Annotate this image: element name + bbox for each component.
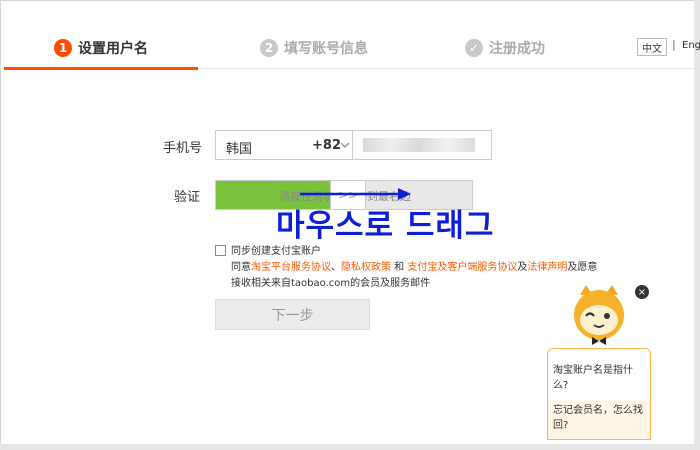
- agree-tail: 及愿意: [567, 262, 598, 273]
- phone-number-blurred: [363, 138, 475, 152]
- check-circle-icon: ✓: [465, 39, 483, 57]
- agreement-line: 同意淘宝平台服务协议、隐私权政策 和 支付宝及客户端服务协议及法律声明及愿意: [231, 260, 597, 276]
- link-privacy-policy[interactable]: 隐私权政策: [341, 262, 391, 273]
- lang-separator: |: [672, 38, 676, 51]
- mascot-avatar[interactable]: [566, 285, 632, 351]
- help-question-2-row[interactable]: 忘记会员名，怎么找回?: [548, 401, 650, 439]
- step-1-label: 设置用户名: [78, 41, 148, 57]
- step-2-label: 填写账号信息: [284, 41, 368, 57]
- window-edge-bottom: [0, 444, 700, 450]
- help-question-1[interactable]: 淘宝账户名是指什么?: [553, 363, 645, 393]
- link-alipay-agreement[interactable]: 支付宝及客户端服务协议: [407, 262, 517, 273]
- country-name: 韩国: [226, 142, 253, 157]
- lang-english-button[interactable]: Eng: [682, 40, 700, 51]
- country-select[interactable]: 韩国 +82: [215, 130, 353, 160]
- step-3-label: 注册成功: [489, 41, 545, 57]
- help-panel: 淘宝账户名是指什么? 忘记会员名，怎么找回?: [547, 348, 651, 440]
- next-button[interactable]: 下一步: [215, 299, 370, 330]
- help-question-2[interactable]: 忘记会员名，怎么找回?: [553, 403, 645, 433]
- phone-input[interactable]: [352, 130, 492, 160]
- agree-sep: 、: [331, 262, 341, 273]
- chevron-down-icon: [340, 137, 350, 156]
- email-consent-text: 接收相关来自taobao.com的会员及服务邮件: [231, 278, 431, 289]
- link-taobao-service-agreement[interactable]: 淘宝平台服务协议: [251, 262, 331, 273]
- active-step-indicator: [4, 67, 198, 70]
- phone-label: 手机号: [163, 141, 203, 156]
- link-legal-statement[interactable]: 法律声明: [527, 262, 567, 273]
- step-3: ✓ 注册成功: [465, 38, 545, 58]
- agree-text: 同意: [231, 262, 251, 273]
- step-2: 2 填写账号信息: [260, 38, 368, 58]
- lang-chinese-button[interactable]: 中文: [637, 38, 667, 56]
- agree-and-2: 及: [517, 262, 528, 273]
- country-code: +82: [312, 138, 341, 153]
- step-1-number: 1: [54, 39, 72, 57]
- step-2-number: 2: [260, 39, 278, 57]
- drag-instruction-overlay: 마우스로 드래그: [276, 208, 495, 244]
- alipay-checkbox[interactable]: [215, 245, 226, 256]
- step-1: 1 设置用户名: [54, 38, 148, 58]
- alipay-checkbox-label: 同步创建支付宝账户: [231, 246, 321, 257]
- close-icon[interactable]: ×: [635, 285, 649, 299]
- verify-label: 验证: [174, 190, 201, 205]
- agree-and: 和: [391, 262, 408, 273]
- registration-steps: 1 设置用户名 2 填写账号信息 ✓ 注册成功: [0, 30, 700, 70]
